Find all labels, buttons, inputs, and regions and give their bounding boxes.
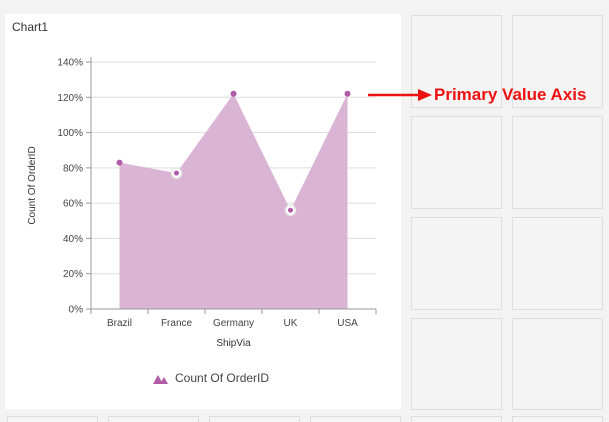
- x-tick-label: France: [161, 318, 193, 329]
- area-chart: 0% 20% 40% 60% 80% 100% 120% 140% Brazil France Ge…: [27, 57, 377, 385]
- empty-tile: [108, 416, 199, 422]
- empty-tile: [512, 217, 603, 310]
- x-tick-label: USA: [337, 318, 358, 329]
- area-series: [119, 93, 348, 309]
- data-point-brazil: [116, 159, 123, 166]
- empty-tile: [411, 217, 502, 310]
- x-axis-title: ShipVia: [216, 338, 251, 349]
- empty-tile: [310, 416, 401, 422]
- y-tick-label: 40%: [63, 234, 83, 245]
- annotation-label: Primary Value Axis: [434, 85, 587, 104]
- data-point-usa: [344, 90, 351, 97]
- y-tick-label: 120%: [57, 93, 83, 104]
- x-tick-label: Brazil: [107, 318, 132, 329]
- empty-tile: [209, 416, 300, 422]
- chart-panel: Chart1 0% 20% 40% 60% 80% 100% 120% 140% Brazil F…: [5, 14, 401, 409]
- y-tick-label: 20%: [63, 269, 83, 280]
- y-tick-label: 60%: [63, 199, 83, 210]
- empty-tile: [411, 116, 502, 209]
- empty-tile: [7, 416, 98, 422]
- y-tick-label: 80%: [63, 163, 83, 174]
- y-tick-label: 140%: [57, 58, 83, 69]
- empty-tile: [411, 416, 502, 422]
- area-fill: [119, 93, 348, 309]
- empty-tile: [512, 416, 603, 422]
- data-point-germany: [230, 90, 237, 97]
- data-point-center: [174, 170, 179, 176]
- x-tick-label: UK: [284, 318, 298, 329]
- x-tick-label: Germany: [213, 318, 254, 329]
- legend-area-icon: [153, 375, 168, 384]
- data-point-center: [288, 207, 293, 213]
- y-tick-label: 100%: [57, 128, 83, 139]
- empty-tile: [512, 116, 603, 209]
- y-tick-label: 0%: [69, 305, 84, 316]
- y-axis-title: Count Of OrderID: [27, 146, 38, 224]
- annotation-arrow: [368, 89, 432, 101]
- legend[interactable]: Count Of OrderID: [153, 371, 269, 385]
- empty-tile: [411, 318, 502, 410]
- legend-label: Count Of OrderID: [175, 371, 269, 385]
- empty-tile: [512, 318, 603, 410]
